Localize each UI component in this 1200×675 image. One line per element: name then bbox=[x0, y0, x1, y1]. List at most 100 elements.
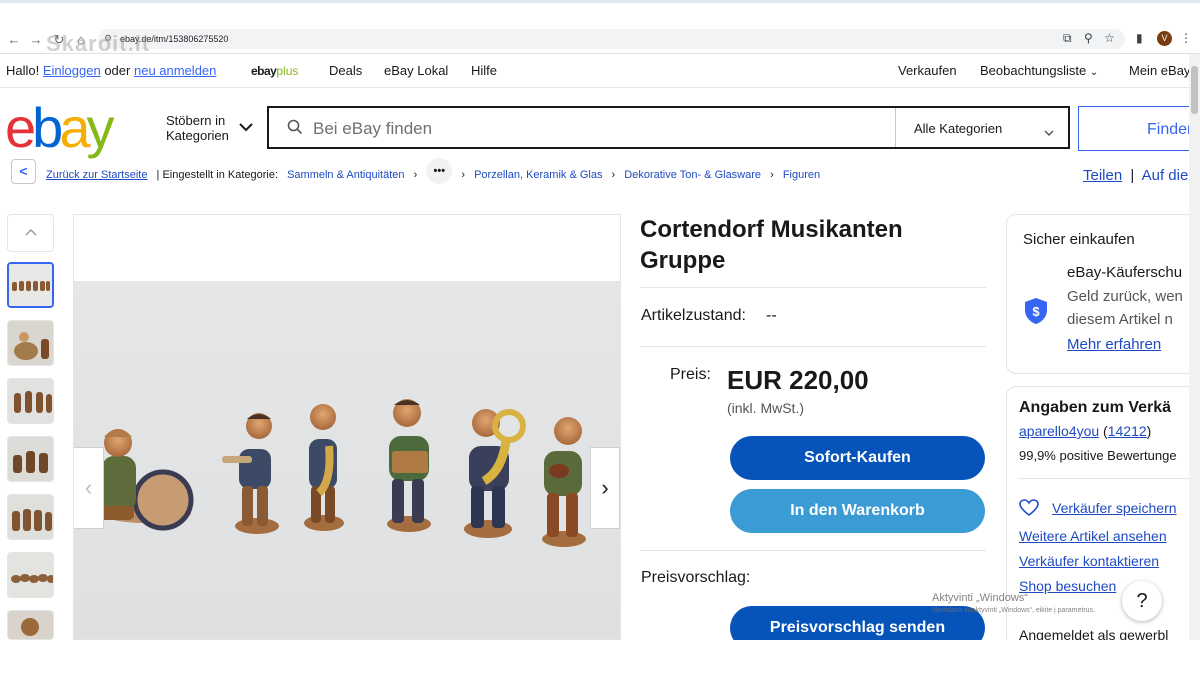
watchlist-link[interactable]: Beobachtungsliste ⌄ bbox=[980, 63, 1098, 78]
divider bbox=[640, 550, 986, 551]
tax-note: (inkl. MwSt.) bbox=[727, 400, 804, 416]
thumbnail-5[interactable] bbox=[7, 494, 54, 540]
my-ebay-link[interactable]: Mein eBay bbox=[1129, 63, 1190, 78]
login-link[interactable]: Einloggen bbox=[43, 63, 101, 78]
register-link[interactable]: neu anmelden bbox=[134, 63, 216, 78]
add-to-cart-button[interactable]: In den Warenkorb bbox=[730, 489, 985, 533]
address-bar[interactable] bbox=[98, 29, 1125, 49]
breadcrumb-chevron-icon: › bbox=[461, 168, 466, 181]
breadcrumb-chevron-icon: › bbox=[413, 168, 418, 181]
greeting-text: Hallo! bbox=[6, 63, 40, 78]
next-image-chevron-icon[interactable]: › bbox=[590, 447, 620, 529]
price-label: Preis: bbox=[670, 366, 711, 383]
thumbnail-1[interactable] bbox=[7, 262, 54, 308]
ebayplus-ebay: ebay bbox=[251, 64, 277, 78]
sell-link[interactable]: Verkaufen bbox=[898, 63, 957, 78]
search-button[interactable]: Finden bbox=[1078, 106, 1200, 151]
bookmark-star-icon[interactable]: ☆ bbox=[1104, 31, 1115, 45]
buy-now-button[interactable]: Sofort-Kaufen bbox=[730, 436, 985, 480]
toolbar-divider bbox=[0, 53, 1200, 54]
browse-categories-button[interactable]: Stöbern in Kategorien bbox=[166, 113, 229, 143]
category-chevron-icon[interactable] bbox=[1044, 124, 1054, 142]
category-select[interactable]: Alle Kategorien bbox=[914, 121, 1002, 136]
ebay-local-link[interactable]: eBay Lokal bbox=[384, 63, 448, 78]
seller-heading: Angaben zum Verkä bbox=[1019, 399, 1172, 416]
more-items-link[interactable]: Weitere Artikel ansehen bbox=[1019, 528, 1167, 544]
breadcrumb-chevron-icon: › bbox=[611, 168, 616, 181]
seller-name-row: aparello4you (14212) bbox=[1019, 423, 1152, 439]
seller-name-link[interactable]: aparello4you bbox=[1019, 423, 1099, 439]
shop-safely-heading: Sicher einkaufen bbox=[1023, 231, 1135, 248]
divider bbox=[640, 287, 986, 288]
more-categories-icon[interactable]: ••• bbox=[426, 158, 453, 184]
thumbnail-3[interactable] bbox=[7, 378, 54, 424]
translate-icon[interactable]: ⧉ bbox=[1063, 31, 1072, 46]
condition-label: Artikelzustand: bbox=[641, 307, 746, 324]
browse-chevron-icon[interactable] bbox=[239, 119, 253, 135]
ebay-logo[interactable]: ebay bbox=[5, 96, 114, 159]
heart-icon[interactable] bbox=[1019, 499, 1039, 522]
main-product-image[interactable] bbox=[73, 214, 621, 640]
back-to-home-link[interactable]: Zurück zur Startseite bbox=[46, 169, 147, 181]
search-divider bbox=[895, 108, 896, 147]
page-scrollbar[interactable] bbox=[1189, 54, 1200, 640]
breadcrumb-item-collectibles[interactable]: Sammeln & Antiquitäten bbox=[287, 169, 404, 181]
logo-letter: e bbox=[5, 96, 36, 159]
back-chevron-icon[interactable]: < bbox=[11, 159, 36, 184]
ebayplus-link[interactable]: ebayplus bbox=[251, 64, 298, 78]
chevron-down-icon: ⌄ bbox=[1089, 67, 1099, 78]
forward-arrow-icon[interactable]: → bbox=[28, 32, 44, 47]
search-icon bbox=[287, 119, 303, 140]
condition-value: -- bbox=[766, 307, 777, 324]
buyer-protection-line1: eBay-Käuferschu bbox=[1067, 264, 1183, 281]
breadcrumb-item-porcelain[interactable]: Porzellan, Keramik & Glas bbox=[474, 169, 602, 181]
thumbnail-4[interactable] bbox=[7, 436, 54, 482]
learn-more-link[interactable]: Mehr erfahren bbox=[1067, 336, 1161, 353]
thumbnail-7[interactable] bbox=[7, 610, 54, 640]
search-input[interactable]: Bei eBay finden bbox=[313, 119, 432, 139]
bottom-margin bbox=[0, 640, 1200, 675]
contact-seller-link[interactable]: Verkäufer kontaktieren bbox=[1019, 553, 1159, 569]
help-button[interactable]: ? bbox=[1122, 581, 1162, 621]
profile-avatar[interactable]: V bbox=[1157, 31, 1172, 46]
thumbnail-6[interactable] bbox=[7, 552, 54, 598]
browse-label-line1: Stöbern in bbox=[166, 113, 226, 128]
save-seller-link[interactable]: Verkäufer speichern bbox=[1052, 500, 1177, 516]
seller-score-link[interactable]: 14212 bbox=[1108, 423, 1147, 439]
back-arrow-icon[interactable]: ← bbox=[6, 32, 22, 47]
shield-dollar-icon: $ bbox=[1024, 297, 1048, 330]
divider bbox=[640, 346, 986, 347]
buyer-protection-line2: Geld zurück, wen bbox=[1067, 288, 1183, 305]
price-value: EUR 220,00 bbox=[727, 365, 869, 395]
visit-shop-link[interactable]: Shop besuchen bbox=[1019, 578, 1116, 594]
buyer-protection-line3: diesem Artikel n bbox=[1067, 311, 1173, 328]
top-edge bbox=[0, 0, 1200, 3]
product-photo bbox=[74, 281, 620, 639]
zoom-icon[interactable]: ⚲ bbox=[1084, 31, 1093, 45]
divider bbox=[1019, 478, 1189, 479]
help-link[interactable]: Hilfe bbox=[471, 63, 497, 78]
thumbnail-scroll-up-icon[interactable] bbox=[7, 214, 54, 252]
menu-dots-icon[interactable]: ⋮ bbox=[1180, 31, 1192, 45]
windows-activation-text: Norėdami suaktyvinti „Windows“, eikite į… bbox=[932, 607, 1095, 614]
watchlist-label: Beobachtungsliste bbox=[980, 63, 1087, 78]
breadcrumb-item-figures[interactable]: Figuren bbox=[783, 169, 820, 181]
item-title: Cortendorf Musikanten Gruppe bbox=[640, 216, 903, 274]
or-text: oder bbox=[104, 63, 131, 78]
logo-letter: y bbox=[86, 96, 114, 159]
share-link[interactable]: Teilen bbox=[1083, 167, 1122, 184]
breadcrumb: Zurück zur Startseite | Eingestellt in K… bbox=[46, 158, 820, 184]
header-divider bbox=[0, 87, 1200, 88]
scrollbar-thumb[interactable] bbox=[1191, 66, 1198, 114]
seller-feedback: 99,9% positive Bewertunge bbox=[1019, 448, 1177, 463]
breadcrumb-chevron-icon: › bbox=[770, 168, 774, 181]
logo-letter: a bbox=[59, 96, 90, 159]
listed-in-label: | Eingestellt in Kategorie: bbox=[156, 168, 279, 181]
watch-link[interactable]: Auf die bbox=[1142, 167, 1189, 184]
breadcrumb-item-decorative[interactable]: Dekorative Ton- & Glasware bbox=[624, 169, 761, 181]
sidebar-icon[interactable]: ▮ bbox=[1136, 31, 1143, 45]
thumbnail-2[interactable] bbox=[7, 320, 54, 366]
prev-image-chevron-icon[interactable]: ‹ bbox=[74, 447, 104, 529]
windows-activation-title: Aktyvinti „Windows“ bbox=[932, 592, 1028, 604]
deals-link[interactable]: Deals bbox=[329, 63, 362, 78]
